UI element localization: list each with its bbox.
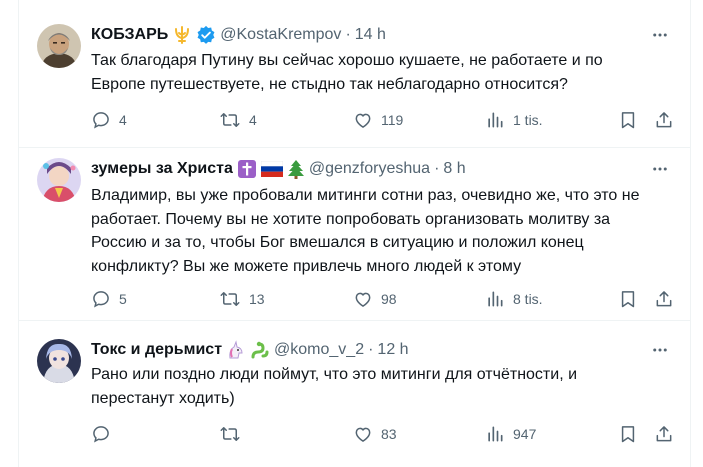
view-count: 1 tis. <box>513 112 543 128</box>
separator-dot: · <box>345 26 351 43</box>
display-name[interactable]: зумеры за Христа <box>91 160 233 178</box>
heart-icon <box>355 427 371 442</box>
tweet-text: Рано или поздно люди поймут, что это мит… <box>91 366 578 407</box>
avatar[interactable] <box>37 339 81 383</box>
like-count: 119 <box>381 112 404 128</box>
reply-icon <box>93 426 109 443</box>
like-button[interactable]: 119 <box>353 110 403 130</box>
christmas-tree-emoji-icon <box>287 159 305 179</box>
like-count: 83 <box>381 426 397 442</box>
reply-count: 5 <box>119 291 127 307</box>
repost-icon <box>220 427 240 441</box>
reply-feed: КОБЗАРЬ @KostaKrempov · 14 h Так благода… <box>0 0 703 467</box>
tweet-text: Так благодаря Путину вы сейчас хорошо ку… <box>91 52 603 93</box>
tweet-text: Владимир, вы уже пробовали митинги сотни… <box>91 187 640 275</box>
like-button[interactable]: 98 <box>353 289 397 309</box>
user-handle[interactable]: @genzforyeshua <box>309 160 430 178</box>
bookmark-button[interactable] <box>618 424 638 444</box>
heart-icon <box>355 292 371 307</box>
share-button[interactable] <box>654 110 674 130</box>
share-icon <box>656 291 672 307</box>
trident-emoji-icon <box>172 25 192 45</box>
repost-button[interactable] <box>219 424 249 444</box>
share-icon <box>656 112 672 128</box>
views-button[interactable]: 947 <box>485 424 536 444</box>
reply-button[interactable] <box>91 424 119 444</box>
reply-count: 4 <box>119 112 127 128</box>
repost-count: 4 <box>249 112 257 128</box>
bookmark-button[interactable] <box>618 110 638 130</box>
repost-button[interactable]: 4 <box>219 110 257 130</box>
reply-tweet[interactable]: КОБЗАРЬ @KostaKrempov · 14 h Так благода… <box>19 0 690 148</box>
views-icon <box>488 426 503 442</box>
user-handle[interactable]: @komo_v_2 <box>274 341 364 359</box>
latin-cross-emoji-icon <box>237 159 257 179</box>
verified-badge-icon[interactable] <box>196 25 216 45</box>
action-bar: 83 947 <box>91 424 675 444</box>
reply-icon <box>93 291 109 308</box>
timestamp[interactable]: 14 h <box>355 26 386 44</box>
share-icon <box>656 426 672 442</box>
views-button[interactable]: 1 tis. <box>485 110 543 130</box>
repost-button[interactable]: 13 <box>219 289 265 309</box>
like-count: 98 <box>381 291 397 307</box>
share-button[interactable] <box>654 424 674 444</box>
action-bar: 4 4 119 1 tis. <box>91 110 675 130</box>
repost-count: 13 <box>249 291 265 307</box>
reply-tweet[interactable]: Токс и дерьмист @komo_v_2 · 12 h Рано ил… <box>19 321 690 467</box>
views-button[interactable]: 8 tis. <box>485 289 543 309</box>
more-options-button[interactable] <box>650 25 670 45</box>
views-icon <box>488 291 503 307</box>
heart-icon <box>355 113 371 128</box>
avatar[interactable] <box>37 158 81 202</box>
separator-dot: · <box>368 341 374 358</box>
share-button[interactable] <box>654 289 674 309</box>
user-handle[interactable]: @KostaKrempov <box>220 26 341 44</box>
timestamp[interactable]: 8 h <box>443 160 465 178</box>
reply-button[interactable]: 4 <box>91 110 127 130</box>
avatar[interactable] <box>37 24 81 68</box>
like-button[interactable]: 83 <box>353 424 397 444</box>
more-options-button[interactable] <box>650 159 670 179</box>
more-options-button[interactable] <box>650 340 670 360</box>
repost-icon <box>220 113 240 127</box>
repost-icon <box>220 292 240 306</box>
more-icon <box>653 167 667 171</box>
tweet-header: Токс и дерьмист @komo_v_2 · 12 h <box>91 339 409 361</box>
views-icon <box>488 112 503 128</box>
reply-tweet[interactable]: зумеры за Христа @genzforyeshua · 8 h Вл… <box>19 148 690 321</box>
bookmark-icon <box>621 426 635 443</box>
display-name[interactable]: КОБЗАРЬ <box>91 26 168 44</box>
bookmark-icon <box>621 112 635 129</box>
reply-button[interactable]: 5 <box>91 289 127 309</box>
timestamp[interactable]: 12 h <box>377 341 408 359</box>
tweet-header: зумеры за Христа @genzforyeshua · 8 h <box>91 158 466 180</box>
separator-dot: · <box>434 160 440 177</box>
bookmark-button[interactable] <box>618 289 638 309</box>
more-icon <box>653 33 667 37</box>
bookmark-icon <box>621 291 635 308</box>
view-count: 8 tis. <box>513 291 543 307</box>
snake-emoji-icon <box>250 340 270 360</box>
tweet-header: КОБЗАРЬ @KostaKrempov · 14 h <box>91 24 386 46</box>
reply-icon <box>93 112 109 129</box>
display-name[interactable]: Токс и дерьмист <box>91 341 222 359</box>
russia-flag-emoji-icon <box>260 161 283 177</box>
unicorn-emoji-icon <box>226 340 246 360</box>
view-count: 947 <box>513 426 537 442</box>
feed-border-right <box>690 0 691 467</box>
more-icon <box>653 348 667 352</box>
action-bar: 5 13 98 8 tis. <box>91 289 675 309</box>
